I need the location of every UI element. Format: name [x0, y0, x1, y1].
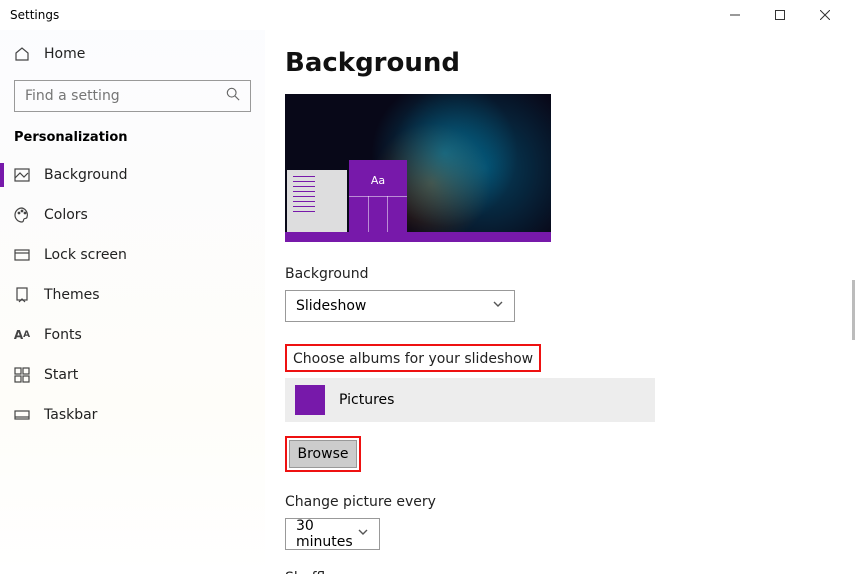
sidebar-item-label: Themes	[44, 287, 100, 303]
start-icon	[14, 367, 30, 383]
home-link[interactable]: Home	[0, 34, 265, 74]
browse-button[interactable]: Browse	[289, 440, 357, 468]
window-controls	[712, 0, 847, 30]
change-every-dropdown[interactable]: 30 minutes	[285, 518, 380, 550]
fonts-icon: AA	[14, 327, 30, 343]
preview-sample-text: Aa	[371, 174, 385, 187]
change-every-label: Change picture every	[285, 494, 833, 510]
search-input[interactable]	[25, 88, 220, 104]
desktop-preview: Aa	[285, 94, 551, 242]
browse-button-label: Browse	[298, 446, 349, 462]
lock-screen-icon	[14, 247, 30, 263]
category-header: Personalization	[0, 130, 265, 155]
background-dropdown-value: Slideshow	[296, 298, 366, 314]
sidebar: Home Personalization Background	[0, 30, 265, 574]
themes-icon	[14, 287, 30, 303]
minimize-button[interactable]	[712, 0, 757, 30]
search-input-container[interactable]	[14, 80, 251, 112]
sidebar-item-label: Fonts	[44, 327, 82, 343]
album-name: Pictures	[339, 392, 394, 408]
window-title: Settings	[10, 8, 59, 22]
sidebar-item-label: Background	[44, 167, 128, 183]
sidebar-item-start[interactable]: Start	[0, 355, 265, 395]
chevron-down-icon	[492, 298, 504, 314]
picture-icon	[14, 167, 30, 183]
sidebar-item-colors[interactable]: Colors	[0, 195, 265, 235]
sidebar-item-label: Colors	[44, 207, 88, 223]
preview-taskbar	[285, 232, 551, 242]
shuffle-label: Shuffle	[285, 570, 833, 574]
palette-icon	[14, 207, 30, 223]
album-row[interactable]: Pictures	[285, 378, 655, 422]
chevron-down-icon	[357, 526, 369, 542]
choose-albums-highlight: Choose albums for your slideshow	[285, 344, 541, 372]
home-label: Home	[44, 46, 85, 62]
sidebar-item-background[interactable]: Background	[0, 155, 265, 195]
change-every-value: 30 minutes	[296, 518, 357, 550]
browse-highlight: Browse	[285, 436, 361, 472]
background-dropdown[interactable]: Slideshow	[285, 290, 515, 322]
preview-tile: Aa	[349, 160, 407, 232]
sidebar-item-taskbar[interactable]: Taskbar	[0, 395, 265, 435]
sidebar-item-label: Lock screen	[44, 247, 127, 263]
close-button[interactable]	[802, 0, 847, 30]
page-title: Background	[285, 48, 833, 78]
taskbar-icon	[14, 407, 30, 423]
sidebar-item-lock-screen[interactable]: Lock screen	[0, 235, 265, 275]
search-icon	[226, 87, 240, 105]
titlebar: Settings	[0, 0, 857, 30]
scrollbar[interactable]	[852, 280, 855, 340]
main-content: Background Aa Background Slideshow	[265, 30, 857, 574]
choose-albums-label: Choose albums for your slideshow	[293, 351, 533, 367]
album-thumbnail	[295, 385, 325, 415]
background-label: Background	[285, 266, 833, 282]
sidebar-item-label: Start	[44, 367, 78, 383]
sidebar-item-label: Taskbar	[44, 407, 97, 423]
sidebar-item-themes[interactable]: Themes	[0, 275, 265, 315]
sidebar-item-fonts[interactable]: AA Fonts	[0, 315, 265, 355]
maximize-button[interactable]	[757, 0, 802, 30]
home-icon	[14, 46, 30, 62]
